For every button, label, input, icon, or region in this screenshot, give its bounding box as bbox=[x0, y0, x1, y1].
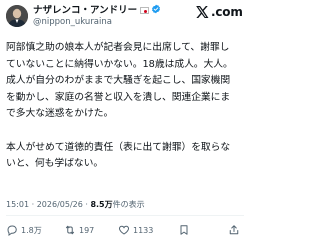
post-meta: 15:01 · 2026/05/26 · 8.5万件の表示 bbox=[6, 199, 145, 210]
heart-icon bbox=[118, 224, 130, 236]
post-line: 本人がせめて道徳的責任（表に出て謝罪）を取らな bbox=[6, 141, 231, 153]
post-line: いと、何も学ばない。 bbox=[6, 158, 104, 170]
post-date[interactable]: 2026/05/26 bbox=[37, 200, 83, 209]
post-line: で多大な迷惑をかけた。 bbox=[6, 108, 114, 120]
author-handle[interactable]: @nippon_ukuraina bbox=[33, 17, 112, 28]
like-button[interactable]: 1133 bbox=[118, 222, 153, 238]
post-time[interactable]: 15:01 bbox=[6, 200, 29, 209]
share-icon bbox=[228, 224, 240, 236]
bookmark-icon bbox=[178, 224, 190, 236]
japan-flag-icon bbox=[140, 7, 150, 14]
post-line: を動かし、家庭の名誉と収入を潰し、関連企業にま bbox=[6, 91, 231, 103]
post-line: ていないことに納得いかない。18歳は成人。大人。 bbox=[6, 58, 233, 70]
views-label: 件の表示 bbox=[112, 200, 145, 209]
x-brand: .com bbox=[196, 5, 243, 19]
avatar[interactable] bbox=[6, 5, 28, 27]
share-button[interactable] bbox=[228, 222, 240, 238]
repost-count: 197 bbox=[79, 225, 95, 235]
reply-icon bbox=[6, 224, 18, 236]
post-text: 阿部慎之助の娘本人が記者会見に出席して、謝罪し ていないことに納得いかない。18… bbox=[6, 40, 246, 173]
post-line: 阿部慎之助の娘本人が記者会見に出席して、謝罪し bbox=[6, 42, 230, 53]
repost-button[interactable]: 197 bbox=[64, 222, 94, 238]
reply-button[interactable]: 1.8万 bbox=[6, 222, 42, 238]
author-name[interactable]: ナザレンコ・アンドリー bbox=[33, 4, 137, 17]
x-logo-icon bbox=[196, 3, 209, 22]
post-card: ナザレンコ・アンドリー @nippon_ukuraina .com 阿部慎之助の… bbox=[0, 0, 250, 246]
brand-domain: .com bbox=[211, 5, 243, 19]
meta-separator: · bbox=[85, 200, 88, 209]
reply-count: 1.8万 bbox=[21, 225, 42, 235]
post-line: 成人が自分のわがままで大騒ぎを起こし、国家機関 bbox=[6, 75, 231, 87]
action-bar: 1.8万 197 1133 bbox=[6, 222, 246, 238]
bookmark-button[interactable] bbox=[178, 222, 190, 238]
repost-icon bbox=[64, 224, 76, 236]
divider bbox=[6, 215, 244, 216]
like-count: 1133 bbox=[133, 225, 154, 235]
views-count: 8.5万 bbox=[90, 200, 113, 209]
author-name-row[interactable]: ナザレンコ・アンドリー bbox=[33, 4, 161, 17]
verified-icon bbox=[151, 4, 161, 18]
meta-separator: · bbox=[31, 200, 35, 209]
